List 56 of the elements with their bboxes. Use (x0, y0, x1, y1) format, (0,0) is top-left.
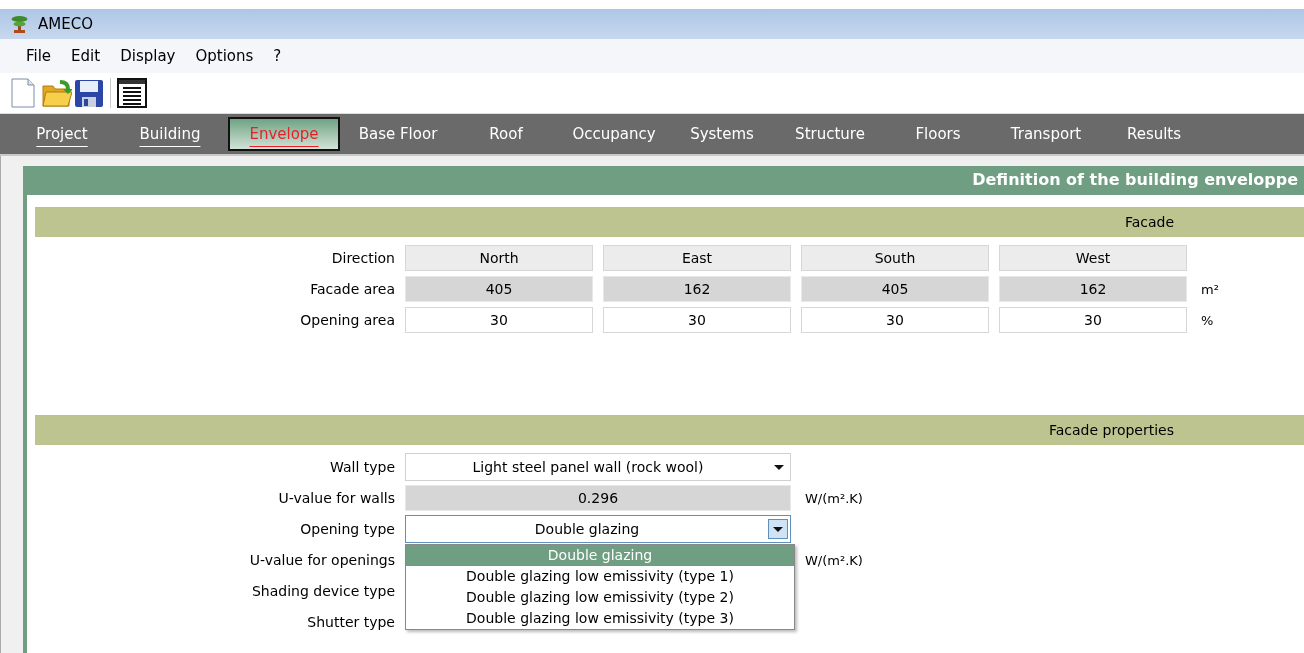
tab[interactable]: Occupancy (564, 117, 664, 151)
tab[interactable]: Results (1104, 117, 1204, 151)
input-field[interactable]: 30 (999, 307, 1187, 333)
dropdown-value: Light steel panel wall (rock wool) (471, 459, 705, 475)
readonly-field: 405 (801, 276, 989, 302)
menu-item[interactable]: Display (110, 47, 186, 65)
tab[interactable]: Base Floor (348, 117, 448, 151)
tab[interactable]: Roof (456, 117, 556, 151)
tab[interactable]: Structure (780, 117, 880, 151)
field-label: Facade area (309, 281, 395, 297)
caret-icon[interactable] (768, 519, 788, 539)
input-field[interactable]: 30 (801, 307, 989, 333)
readonly-field: 162 (999, 276, 1187, 302)
column-header: East (603, 245, 791, 271)
menu-item[interactable]: Options (185, 47, 264, 65)
menu-item[interactable]: ? (263, 47, 292, 65)
field-label: U-value for openings (248, 551, 395, 570)
panel-title: Definition of the building enveloppe (27, 166, 1304, 195)
field-label: Opening type (299, 520, 395, 539)
input-field[interactable]: 30 (405, 307, 593, 333)
window-list-icon[interactable] (117, 78, 147, 108)
tab[interactable]: Systems (672, 117, 772, 151)
input-field[interactable]: 30 (603, 307, 791, 333)
column-header: West (999, 245, 1187, 271)
unit-label: % (1200, 312, 1215, 328)
tab[interactable]: Floors (888, 117, 988, 151)
section-title: Facade properties (1049, 422, 1174, 438)
menu-item[interactable]: Edit (61, 47, 111, 65)
tab[interactable]: Building (120, 117, 220, 151)
unit-label: W/(m².K) (804, 551, 864, 570)
column-header: North (405, 245, 593, 271)
field-label: Shading device type (250, 582, 395, 601)
unit-label: W/(m².K) (804, 489, 864, 508)
dropdown[interactable]: Double glazing (405, 515, 791, 543)
field-label: U-value for walls (277, 489, 395, 508)
dropdown-option[interactable]: Double glazing low emissivity (type 2) (406, 587, 794, 608)
tab[interactable]: Transport (996, 117, 1096, 151)
dropdown-option[interactable]: Double glazing low emissivity (type 3) (406, 608, 794, 629)
unit-label: m² (1200, 281, 1220, 297)
menu-item[interactable]: File (16, 47, 62, 65)
field-label: Opening area (299, 312, 395, 328)
window-title: AMECO (38, 15, 93, 33)
field-label: Direction (330, 250, 395, 266)
readonly-field: 0.296 (405, 485, 791, 511)
field-label: Wall type (328, 458, 395, 477)
section-title: Facade (1124, 214, 1174, 230)
readonly-field: 405 (405, 276, 593, 302)
tab[interactable]: Project (12, 117, 112, 151)
field-label: Shutter type (306, 613, 395, 632)
folder-icon[interactable] (42, 78, 72, 108)
dropdown-value: Double glazing (533, 521, 641, 537)
dropdown-option[interactable]: Double glazing low emissivity (type 1) (406, 566, 794, 587)
readonly-field: 162 (603, 276, 791, 302)
dropdown[interactable]: Light steel panel wall (rock wool) (405, 453, 791, 481)
tree-icon (10, 14, 28, 34)
column-header: South (801, 245, 989, 271)
